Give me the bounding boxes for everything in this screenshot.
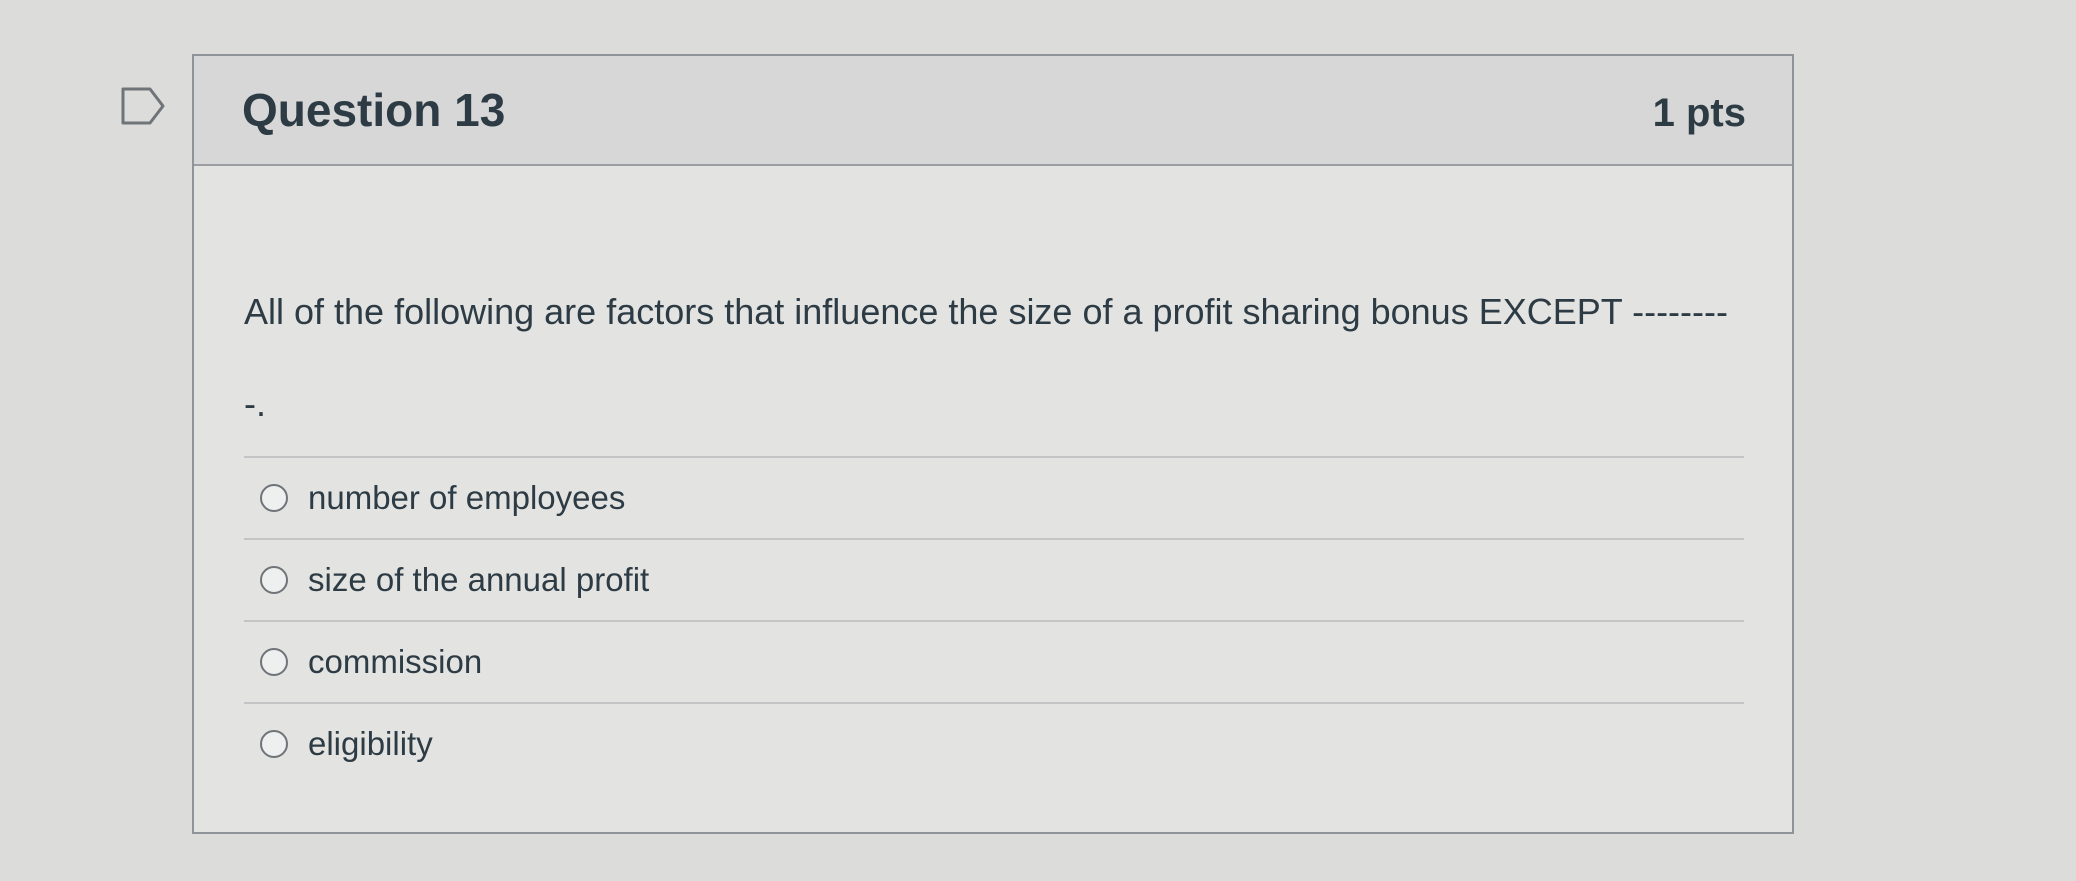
radio-button[interactable]: [260, 730, 288, 758]
answer-label: number of employees: [308, 479, 626, 516]
answer-option-size-of-annual-profit[interactable]: size of the annual profit: [244, 540, 1744, 622]
answer-label: eligibility: [308, 725, 433, 762]
flag-question-icon[interactable]: [120, 86, 166, 126]
radio-button[interactable]: [260, 566, 288, 594]
answer-option-eligibility[interactable]: eligibility: [244, 704, 1744, 784]
answer-option-commission[interactable]: commission: [244, 622, 1744, 704]
question-title: Question 13: [242, 84, 506, 136]
radio-button[interactable]: [260, 484, 288, 512]
answer-label: commission: [308, 643, 483, 680]
question-card: Question 13 1 pts All of the following a…: [192, 54, 1794, 834]
answer-label: size of the annual profit: [308, 561, 650, 598]
radio-button[interactable]: [260, 648, 288, 676]
question-text: All of the following are factors that in…: [244, 291, 1728, 424]
question-points: 1 pts: [1652, 91, 1746, 135]
question-header: Question 13 1 pts: [194, 56, 1792, 166]
answer-option-number-of-employees[interactable]: number of employees: [244, 458, 1744, 540]
answer-list: number of employees size of the annual p…: [244, 456, 1744, 784]
